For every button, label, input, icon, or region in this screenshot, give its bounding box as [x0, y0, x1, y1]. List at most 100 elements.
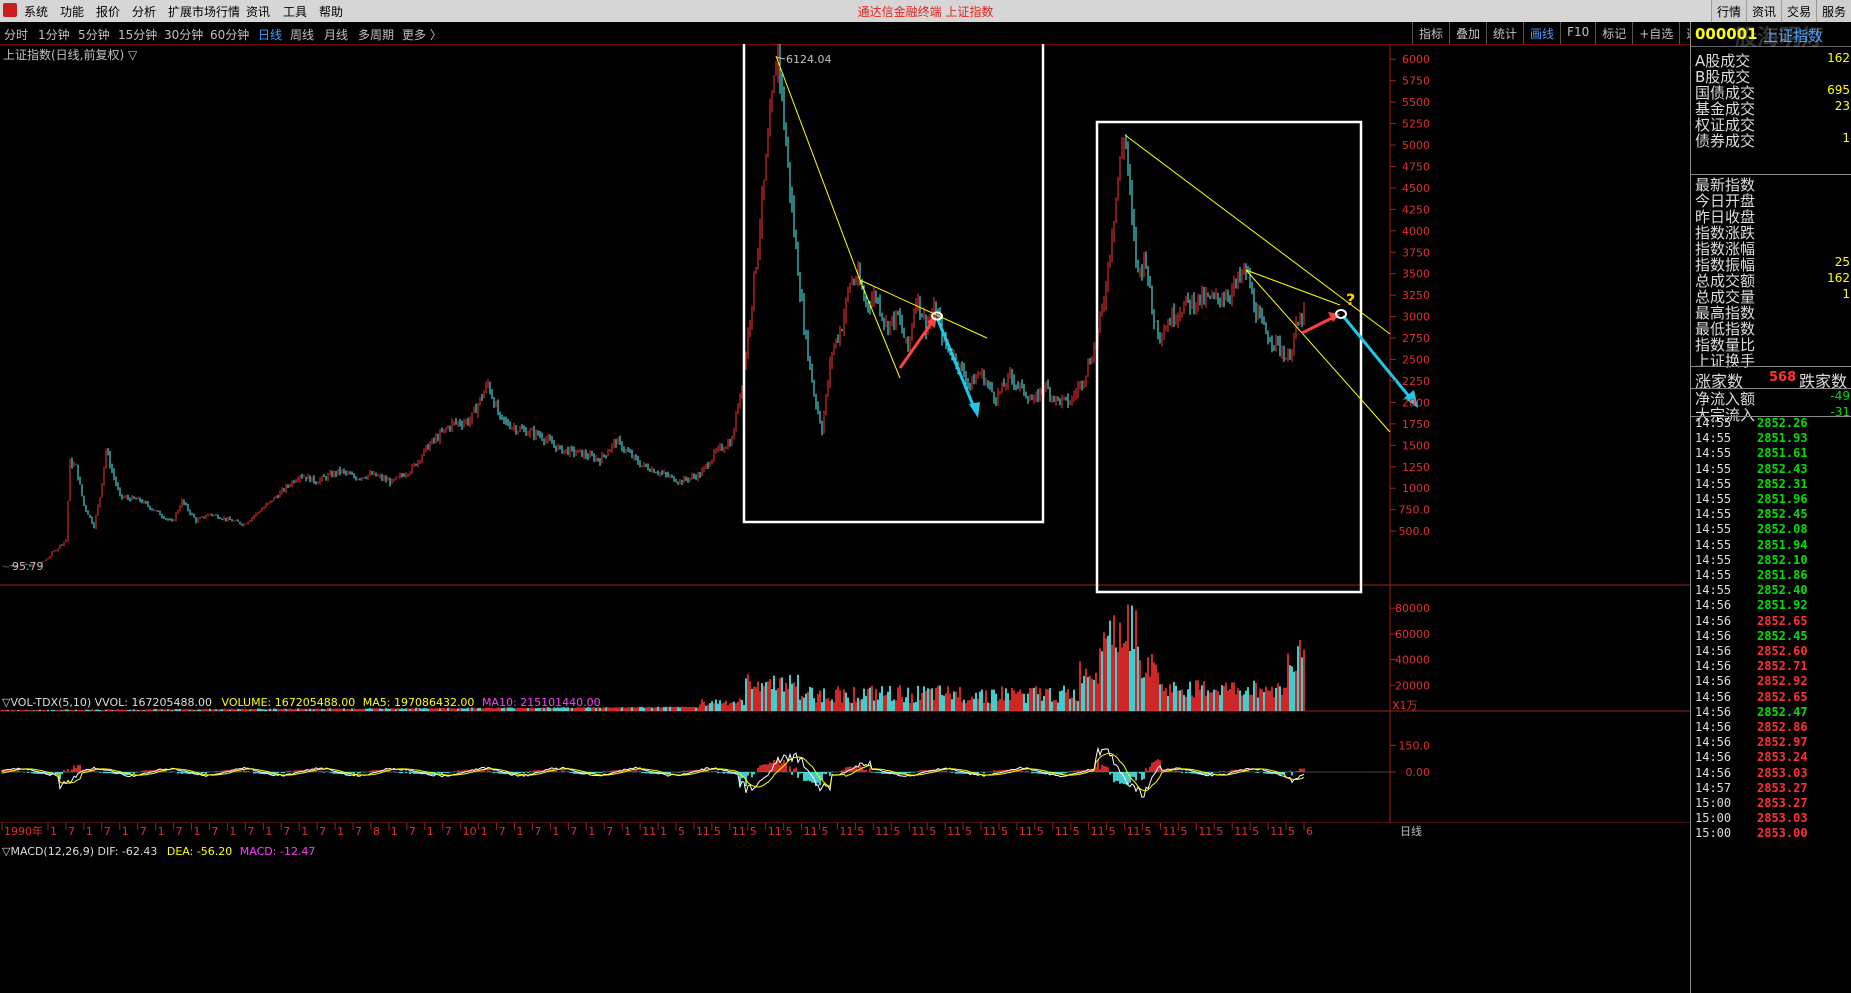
panel-row-value: -49 — [1830, 389, 1850, 403]
tick-row[interactable]: 14:55 2852.10 — [1691, 553, 1851, 568]
tick-row[interactable]: 14:55 2852.31 — [1691, 477, 1851, 492]
tick-row[interactable]: 14:55 2852.45 — [1691, 507, 1851, 522]
period-multi[interactable]: 多周期 — [358, 26, 394, 43]
tool-statistics[interactable]: 统计 — [1486, 22, 1523, 44]
panel-row-value: 1 — [1842, 287, 1850, 301]
tick-row[interactable]: 15:00 2853.27 — [1691, 796, 1851, 811]
tick-row[interactable]: 14:56 2852.60 — [1691, 644, 1851, 659]
tick-row[interactable]: 14:55 2851.96 — [1691, 492, 1851, 507]
menu-info[interactable]: 资讯 — [246, 3, 270, 20]
tick-row[interactable]: 14:56 2852.45 — [1691, 629, 1851, 644]
tick-time: 14:55 — [1695, 446, 1732, 461]
macd-indicator-label[interactable]: ▽MACD(12,26,9) — [2, 845, 94, 858]
x-tick-label: 11 — [983, 825, 997, 838]
tick-row[interactable]: 14:57 2853.27 — [1691, 781, 1851, 796]
tick-row[interactable]: 14:55 2851.86 — [1691, 568, 1851, 583]
tick-price: 2853.27 — [1757, 780, 1808, 795]
tick-row[interactable]: 14:56 2852.65 — [1691, 614, 1851, 629]
tick-row[interactable]: 14:55 2852.26 — [1691, 416, 1851, 431]
macd-tick-label: 150.0 — [1399, 739, 1431, 752]
tick-row[interactable]: 14:55 2851.94 — [1691, 538, 1851, 553]
menu-function[interactable]: 功能 — [60, 3, 84, 20]
tick-price: 2852.92 — [1757, 674, 1808, 689]
menu-help[interactable]: 帮助 — [319, 3, 343, 20]
period-5min[interactable]: 5分钟 — [78, 26, 110, 43]
tick-price: 2852.08 — [1757, 522, 1808, 537]
x-tick-label: 5 — [714, 825, 721, 838]
tick-time: 14:56 — [1695, 674, 1732, 689]
tick-time: 14:55 — [1695, 431, 1732, 446]
tool-drawing[interactable]: 画线 — [1523, 22, 1560, 44]
panel-row: B股成交 — [1691, 66, 1851, 86]
tick-row[interactable]: 14:56 2852.97 — [1691, 735, 1851, 750]
period-more[interactable]: 更多 〉 — [402, 26, 442, 43]
tick-price: 2853.27 — [1757, 796, 1808, 810]
tick-price: 2851.94 — [1757, 537, 1808, 552]
menu-tools[interactable]: 工具 — [283, 3, 307, 20]
x-tick-label: 11 — [696, 825, 710, 838]
app-title: 通达信金融终端 上证指数 — [857, 5, 994, 19]
panel-row-label: 债券成交 — [1695, 132, 1756, 150]
tick-row[interactable]: 14:56 2851.92 — [1691, 598, 1851, 613]
tool-overlay[interactable]: 叠加 — [1449, 22, 1486, 44]
tick-row[interactable]: 14:55 2852.08 — [1691, 522, 1851, 537]
annotations: 6124.04 95.79? — [12, 44, 1418, 594]
highlight-box-2015 — [1095, 120, 1363, 594]
menu-quote[interactable]: 报价 — [96, 3, 120, 20]
period-monthly[interactable]: 月线 — [324, 26, 348, 43]
period-daily[interactable]: 日线 — [258, 26, 282, 43]
top-button-service[interactable]: 服务 — [1815, 0, 1851, 22]
x-tick-label: 8 — [373, 825, 380, 838]
tick-row[interactable]: 15:00 2853.00 — [1691, 826, 1851, 841]
tick-row[interactable]: 14:55 2851.61 — [1691, 446, 1851, 461]
tick-row[interactable]: 14:56 2853.03 — [1691, 766, 1851, 781]
tick-row[interactable]: 15:00 2853.03 — [1691, 811, 1851, 826]
period-1min[interactable]: 1分钟 — [38, 26, 70, 43]
period-30min[interactable]: 30分钟 — [164, 26, 203, 43]
price-tick-label: 750.0 — [1399, 504, 1431, 517]
x-tick-label: 5 — [822, 825, 829, 838]
dif-value: DIF: -62.43 — [97, 845, 158, 858]
tick-time: 14:56 — [1695, 659, 1732, 674]
menu-system[interactable]: 系统 — [24, 3, 48, 20]
tick-row[interactable]: 14:55 2852.43 — [1691, 462, 1851, 477]
x-tick-label: 11 — [911, 825, 925, 838]
x-tick-label: 5 — [1037, 825, 1044, 838]
x-tick-label: 10 — [463, 825, 477, 838]
tick-row[interactable]: 14:56 2852.71 — [1691, 659, 1851, 674]
tick-row[interactable]: 14:56 2852.92 — [1691, 674, 1851, 689]
menu-analysis[interactable]: 分析 — [132, 3, 156, 20]
tool-indicator[interactable]: 指标 — [1412, 22, 1449, 44]
x-tick-label: 1 — [50, 825, 57, 838]
tick-price: 2852.86 — [1757, 720, 1808, 734]
price-tick-label: 5000 — [1402, 139, 1430, 152]
tool-add-watchlist[interactable]: +自选 — [1632, 22, 1679, 44]
period-intraday[interactable]: 分时 — [4, 26, 28, 43]
tick-row[interactable]: 14:56 2852.65 — [1691, 690, 1851, 705]
period-60min[interactable]: 60分钟 — [210, 26, 249, 43]
tick-row[interactable]: 14:56 2852.86 — [1691, 720, 1851, 735]
tick-row[interactable]: 14:55 2851.93 — [1691, 431, 1851, 446]
menu-extended-market[interactable]: 扩展市场行情 — [168, 3, 240, 20]
tick-row[interactable]: 14:56 2853.24 — [1691, 750, 1851, 765]
tick-row[interactable]: 14:56 2852.47 — [1691, 705, 1851, 720]
tool-mark[interactable]: 标记 — [1595, 22, 1632, 44]
period-15min[interactable]: 15分钟 — [118, 26, 157, 43]
panel-row: 最低指数 — [1691, 318, 1851, 338]
down-arrow-head — [969, 402, 980, 418]
price-tick-label: 2500 — [1402, 354, 1430, 367]
top-button-market[interactable]: 行情 — [1710, 0, 1746, 22]
period-weekly[interactable]: 周线 — [290, 26, 314, 43]
tick-row[interactable]: 14:55 2852.40 — [1691, 583, 1851, 598]
question-mark: ? — [1346, 290, 1355, 309]
price-tick-label: 5750 — [1402, 75, 1430, 88]
x-tick-label: 7 — [211, 825, 218, 838]
vvol-value: VVOL: 167205488.00 — [94, 696, 212, 709]
updown-row: 涨家数 568 跌家数 — [1691, 368, 1851, 391]
tick-time: 14:55 — [1695, 568, 1732, 582]
top-button-trade[interactable]: 交易 — [1780, 0, 1816, 22]
top-button-info[interactable]: 资讯 — [1745, 0, 1781, 22]
tool-f10[interactable]: F10 — [1560, 22, 1595, 44]
volume-indicator-label[interactable]: ▽VOL-TDX(5,10) — [2, 696, 91, 709]
panel-row: 总成交量 1 — [1691, 286, 1851, 306]
